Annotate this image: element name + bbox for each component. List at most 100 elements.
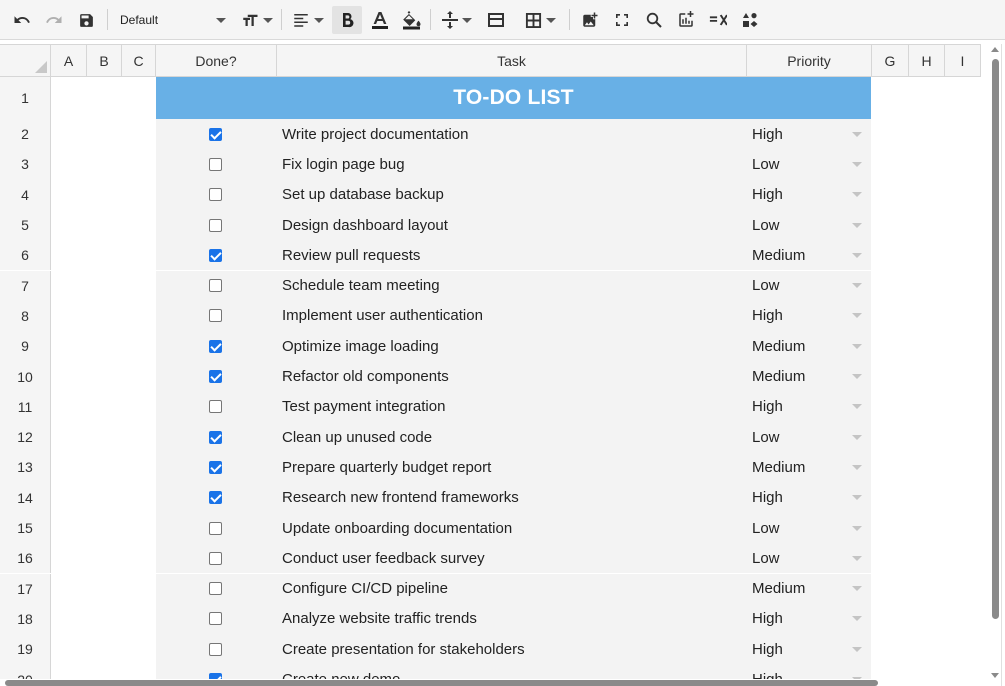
column-header-priority[interactable]: Priority — [747, 44, 872, 77]
task-cell[interactable]: Conduct user feedback survey — [277, 543, 747, 574]
row-header[interactable]: 14 — [0, 482, 51, 513]
priority-dropdown-icon[interactable] — [852, 434, 862, 440]
column-header-g[interactable]: G — [872, 44, 909, 77]
task-cell[interactable]: Configure CI/CD pipeline — [277, 573, 747, 604]
done-cell[interactable] — [156, 119, 277, 150]
priority-cell[interactable]: Medium — [747, 361, 871, 392]
priority-cell[interactable]: Low — [747, 149, 871, 180]
done-cell[interactable] — [156, 331, 277, 362]
done-cell[interactable] — [156, 240, 277, 271]
done-cell[interactable] — [156, 391, 277, 422]
done-cell[interactable] — [156, 512, 277, 544]
column-header-c[interactable]: C — [122, 44, 156, 77]
done-checkbox[interactable] — [209, 309, 222, 323]
done-cell[interactable] — [156, 573, 277, 604]
done-cell[interactable] — [156, 361, 277, 392]
done-cell[interactable] — [156, 452, 277, 483]
row-header[interactable]: 5 — [0, 209, 51, 241]
vertical-scrollbar[interactable] — [989, 44, 1001, 680]
row-header[interactable]: 11 — [0, 391, 51, 422]
priority-cell[interactable]: High — [747, 300, 871, 332]
priority-cell[interactable]: High — [747, 179, 871, 210]
priority-dropdown-icon[interactable] — [852, 283, 862, 289]
done-checkbox[interactable] — [209, 218, 222, 232]
sheet-title[interactable]: TO-DO LIST — [156, 77, 871, 119]
done-cell[interactable] — [156, 209, 277, 241]
done-checkbox[interactable] — [209, 339, 222, 353]
row-header[interactable]: 19 — [0, 634, 51, 665]
priority-dropdown-icon[interactable] — [852, 586, 862, 592]
done-cell[interactable] — [156, 300, 277, 332]
priority-dropdown-icon[interactable] — [852, 404, 862, 410]
scroll-down-icon[interactable] — [991, 673, 999, 678]
borders-icon[interactable] — [520, 6, 560, 34]
row-header[interactable]: 2 — [0, 119, 51, 150]
font-size-icon[interactable] — [238, 6, 276, 34]
priority-dropdown-icon[interactable] — [852, 192, 862, 198]
done-checkbox[interactable] — [209, 127, 222, 141]
column-header-h[interactable]: H — [909, 44, 945, 77]
row-header[interactable]: 9 — [0, 331, 51, 362]
priority-dropdown-icon[interactable] — [852, 313, 862, 319]
row-header[interactable]: 17 — [0, 573, 51, 604]
priority-dropdown-icon[interactable] — [852, 616, 862, 622]
priority-cell[interactable]: Medium — [747, 240, 871, 271]
done-cell[interactable] — [156, 422, 277, 453]
task-cell[interactable]: Write project documentation — [277, 119, 747, 150]
priority-dropdown-icon[interactable] — [852, 222, 862, 228]
select-all-corner[interactable] — [0, 44, 51, 77]
bold-icon[interactable] — [332, 6, 362, 34]
task-cell[interactable]: Prepare quarterly budget report — [277, 452, 747, 483]
row-header[interactable]: 10 — [0, 361, 51, 392]
priority-dropdown-icon[interactable] — [852, 161, 862, 167]
priority-cell[interactable]: Medium — [747, 573, 871, 604]
done-checkbox[interactable] — [209, 400, 222, 414]
insert-chart-icon[interactable] — [674, 6, 698, 34]
vertical-align-icon[interactable] — [438, 6, 476, 34]
task-cell[interactable]: Design dashboard layout — [277, 209, 747, 241]
priority-cell[interactable]: Low — [747, 270, 871, 301]
done-cell[interactable] — [156, 543, 277, 574]
spreadsheet-grid[interactable]: A B C Done? Task Priority G H I TO-DO LI… — [0, 40, 1005, 686]
done-cell[interactable] — [156, 149, 277, 180]
done-checkbox[interactable] — [209, 642, 222, 656]
done-checkbox[interactable] — [209, 430, 222, 444]
task-cell[interactable]: Set up database backup — [277, 179, 747, 210]
priority-dropdown-icon[interactable] — [852, 495, 862, 501]
done-checkbox[interactable] — [209, 157, 222, 171]
row-header[interactable]: 3 — [0, 149, 51, 180]
done-checkbox[interactable] — [209, 248, 222, 262]
font-family-select[interactable]: Default — [114, 6, 232, 34]
task-cell[interactable]: Analyze website traffic trends — [277, 603, 747, 635]
text-color-icon[interactable] — [368, 6, 392, 34]
priority-cell[interactable]: Low — [747, 422, 871, 453]
task-cell[interactable]: Create presentation for stakeholders — [277, 634, 747, 665]
task-cell[interactable]: Review pull requests — [277, 240, 747, 271]
done-cell[interactable] — [156, 179, 277, 210]
done-checkbox[interactable] — [209, 460, 222, 474]
fullscreen-icon[interactable] — [610, 6, 634, 34]
row-header[interactable]: 6 — [0, 240, 51, 271]
column-header-a[interactable]: A — [51, 44, 87, 77]
row-header[interactable]: 15 — [0, 512, 51, 544]
row-header[interactable]: 8 — [0, 300, 51, 332]
done-checkbox[interactable] — [209, 491, 222, 505]
priority-cell[interactable]: High — [747, 119, 871, 150]
done-checkbox[interactable] — [209, 279, 222, 293]
horizontal-scrollbar[interactable] — [0, 679, 989, 686]
task-cell[interactable]: Research new frontend frameworks — [277, 482, 747, 513]
done-cell[interactable] — [156, 603, 277, 635]
clear-format-icon[interactable] — [706, 6, 730, 34]
priority-dropdown-icon[interactable] — [852, 525, 862, 531]
priority-cell[interactable]: High — [747, 603, 871, 635]
insert-image-icon[interactable] — [578, 6, 602, 34]
priority-dropdown-icon[interactable] — [852, 464, 862, 470]
save-icon[interactable] — [74, 6, 98, 34]
redo-icon[interactable] — [42, 6, 66, 34]
row-header[interactable]: 1 — [0, 77, 51, 119]
priority-cell[interactable]: Low — [747, 543, 871, 574]
row-header[interactable]: 4 — [0, 179, 51, 210]
priority-cell[interactable]: Low — [747, 209, 871, 241]
done-checkbox[interactable] — [209, 188, 222, 202]
done-checkbox[interactable] — [209, 551, 222, 565]
